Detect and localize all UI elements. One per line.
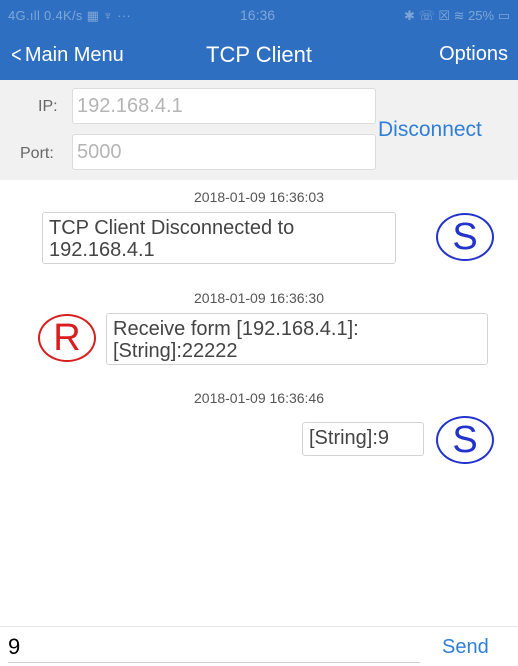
message-line: TCP Client Disconnected to bbox=[49, 217, 295, 239]
received-r-icon: R bbox=[38, 314, 96, 362]
received-message-bubble: Receive form [192.168.4.1]: [String]:222… bbox=[106, 313, 488, 365]
connection-panel: IP: 192.168.4.1 Port: 5000 Disconnect bbox=[0, 80, 518, 180]
port-field[interactable]: 5000 bbox=[72, 134, 376, 170]
back-button[interactable]: < Main Menu bbox=[10, 42, 124, 68]
status-bar-system-icons: ✱ ☏ ☒ ≋ 25% ▭ bbox=[403, 8, 510, 23]
disconnect-button[interactable]: Disconnect bbox=[378, 118, 482, 142]
message-input[interactable] bbox=[8, 631, 420, 663]
options-button[interactable]: Options bbox=[439, 43, 508, 66]
back-button-label: Main Menu bbox=[24, 43, 124, 66]
message-timestamp: 2018-01-09 16:36:30 bbox=[194, 290, 324, 306]
port-label: Port: bbox=[20, 145, 54, 162]
message-timestamp: 2018-01-09 16:36:46 bbox=[194, 390, 324, 406]
message-line: [String]:22222 bbox=[113, 340, 238, 362]
message-line: Receive form [192.168.4.1]: bbox=[113, 318, 359, 340]
sent-s-icon: S bbox=[436, 416, 494, 464]
message-line: [String]:9 bbox=[309, 427, 390, 449]
message-line: 192.168.4.1 bbox=[49, 239, 155, 261]
message-input-bar: Send bbox=[0, 626, 518, 666]
sent-message-bubble: TCP Client Disconnected to 192.168.4.1 bbox=[42, 212, 396, 264]
status-bar-time: 16:36 bbox=[240, 7, 276, 23]
sent-message-bubble: [String]:9 bbox=[302, 422, 424, 456]
ip-label: IP: bbox=[38, 98, 58, 115]
navigation-bar: < Main Menu TCP Client Options bbox=[0, 30, 518, 80]
send-button[interactable]: Send bbox=[442, 636, 489, 659]
status-bar: 4G.ıll 0.4K/s ▦ ♆ ··· 16:36 ✱ ☏ ☒ ≋ 25% … bbox=[0, 0, 518, 30]
message-timestamp: 2018-01-09 16:36:03 bbox=[194, 189, 324, 205]
sent-s-icon: S bbox=[436, 213, 494, 261]
status-bar-indicators: 4G.ıll 0.4K/s ▦ ♆ ··· bbox=[8, 8, 131, 23]
chevron-left-icon: < bbox=[11, 42, 22, 67]
ip-field[interactable]: 192.168.4.1 bbox=[72, 88, 376, 124]
